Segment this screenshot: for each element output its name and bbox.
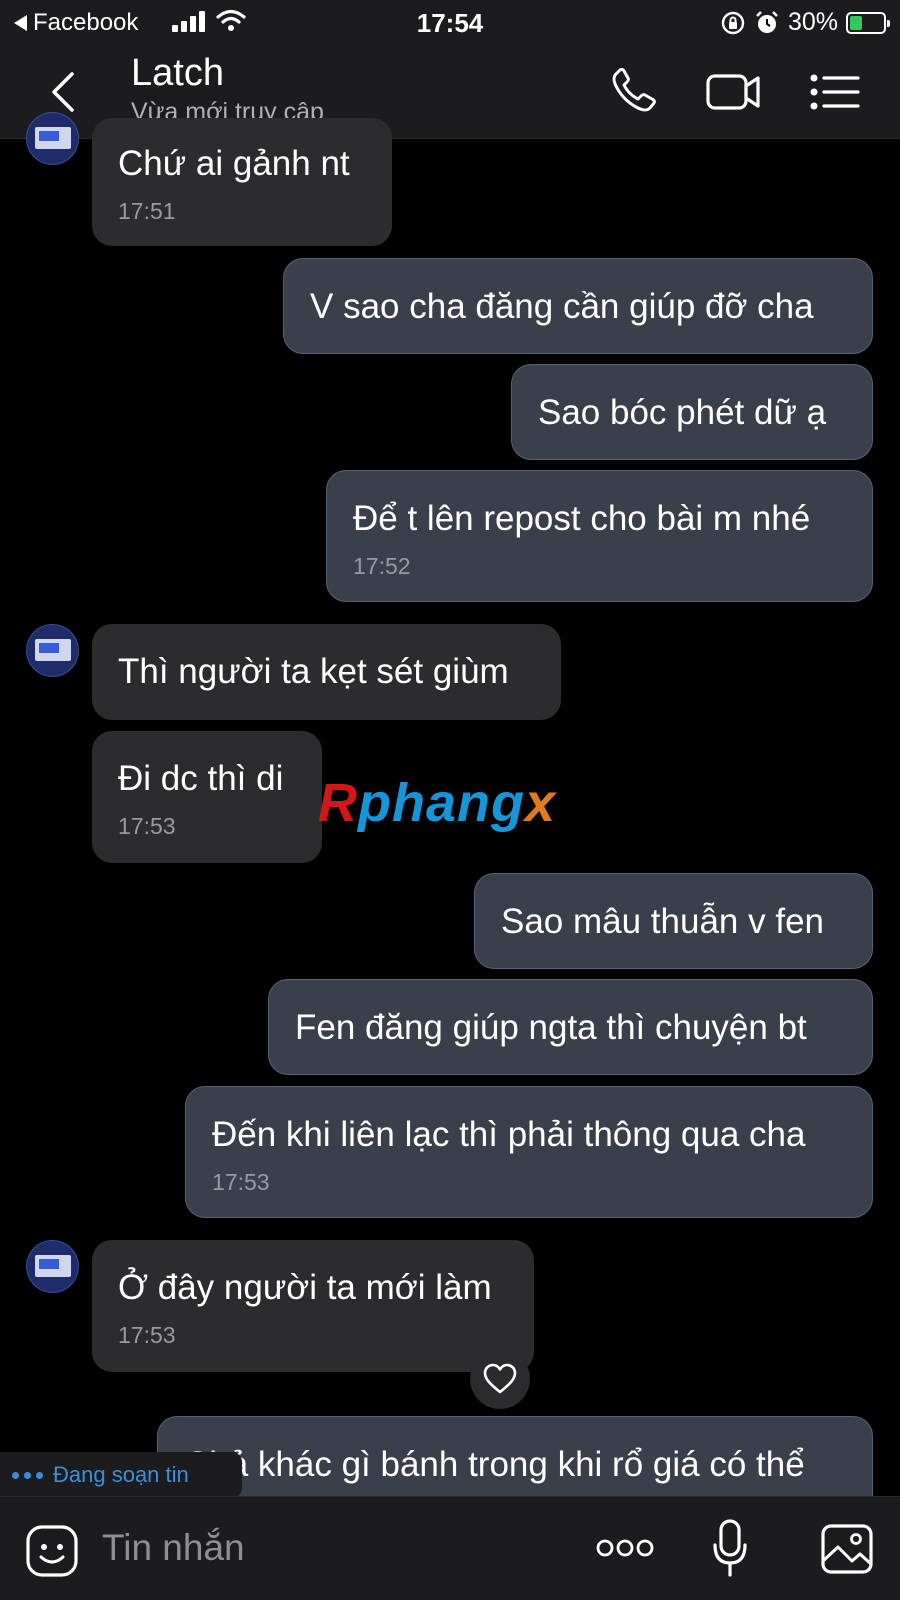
typing-indicator: Đang soạn tin [0,1452,242,1498]
status-bar: Facebook 17:54 30% [0,0,900,46]
message-text: Để t lên repost cho bài m nhé [353,499,811,538]
message-bubble-outgoing[interactable]: Sao mâu thuẫn v fen [474,873,873,969]
message-time: 17:52 [353,553,411,579]
status-right: 30% [720,8,890,37]
message-text: Đi dc thì di [118,759,284,798]
message-bubble-outgoing[interactable]: Fen đăng giúp ngta thì chuyện bt [268,979,873,1075]
contact-avatar[interactable] [26,112,79,165]
message-text: Sao mâu thuẫn v fen [501,902,824,941]
video-call-icon[interactable] [706,68,762,116]
message-text: Đến khi liên lạc thì phải thông qua cha [212,1115,806,1154]
contact-avatar[interactable] [26,1240,79,1293]
message-text: Chứ ai gảnh nt [118,144,350,183]
message-time: 17:53 [118,813,176,839]
battery-percent: 30% [787,8,838,36]
message-text: V sao cha đăng cần giúp đỡ cha [310,287,814,326]
menu-list-icon[interactable] [808,68,864,116]
message-time: 17:53 [212,1169,270,1195]
message-text: Thì người ta kẹt sét giùm [118,652,509,691]
message-input[interactable] [102,1521,542,1575]
message-bubble-outgoing[interactable]: Để t lên repost cho bài m nhé 17:52 [326,470,873,602]
message-text: Chả khác gì bánh trong khi rổ giá có thể [184,1445,805,1484]
typing-label: Đang soạn tin [53,1462,189,1487]
message-bubble-incoming[interactable]: Ở đây người ta mới làm 17:53 [92,1240,534,1372]
message-bubble-incoming[interactable]: Chứ ai gảnh nt 17:51 [92,118,392,246]
message-bubble-incoming[interactable]: Đi dc thì di 17:53 [92,731,322,863]
heart-icon [483,1363,517,1394]
message-bubble-outgoing[interactable]: Sao bóc phét dữ ạ [511,364,873,460]
orientation-lock-icon [721,11,745,34]
gallery-image-icon[interactable] [820,1523,874,1575]
watermark-logo: Rphangx [318,773,557,833]
composer-bar [0,1496,900,1600]
react-heart-button[interactable] [470,1349,530,1409]
message-bubble-incoming[interactable]: Thì người ta kẹt sét giùm [92,624,561,720]
battery-charging-icon [846,11,890,34]
message-text: Ở đây người ta mới làm [118,1268,492,1307]
typing-dots-icon [12,1471,43,1479]
message-bubble-outgoing[interactable]: V sao cha đăng cần giúp đỡ cha [283,258,873,354]
message-time: 17:53 [118,1322,176,1348]
message-time: 17:51 [118,198,176,224]
back-chevron-icon[interactable] [44,68,84,116]
alarm-icon [756,10,778,33]
more-options-icon[interactable] [596,1537,654,1559]
phone-call-icon[interactable] [608,68,664,116]
contact-avatar[interactable] [26,624,79,677]
message-text: Sao bóc phét dữ ạ [538,393,827,432]
message-bubble-outgoing[interactable]: Đến khi liên lạc thì phải thông qua cha … [185,1086,873,1218]
message-text: Fen đăng giúp ngta thì chuyện bt [295,1008,807,1047]
microphone-icon[interactable] [712,1519,748,1579]
sticker-icon[interactable] [24,1523,80,1579]
contact-name[interactable]: Latch [131,52,224,95]
